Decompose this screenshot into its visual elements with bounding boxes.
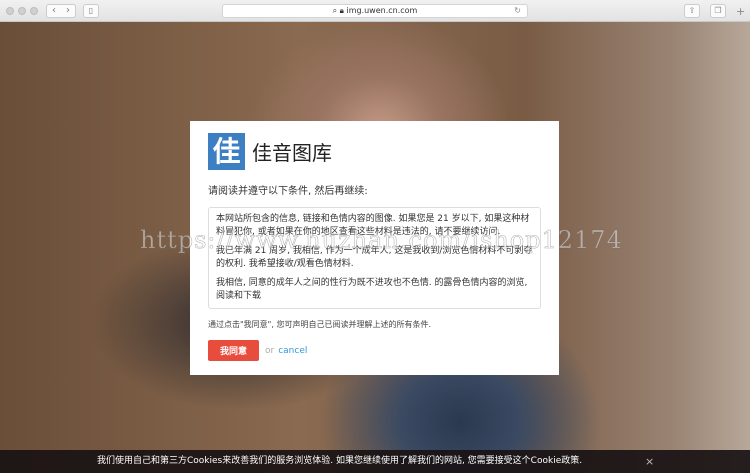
new-tab-icon[interactable]: + (736, 5, 745, 18)
site-name: 佳音图库 (252, 141, 332, 165)
forward-button[interactable]: › (61, 5, 75, 17)
intro-text: 请阅读并遵守以下条件, 然后再继续: (208, 186, 368, 197)
address-bar[interactable]: ⌕ 🔒︎ img.uwen.cn.com ↻ (222, 4, 528, 18)
age-verification-dialog: 佳 佳音图库 请阅读并遵守以下条件, 然后再继续: 本网站所包含的信息, 链接和… (190, 121, 559, 375)
share-icon[interactable]: ⇪ (684, 4, 700, 18)
sidebar-toggle-icon[interactable]: ▯ (83, 3, 99, 18)
cookie-text: 我们使用自己和第三方Cookies来改善我们的服务浏览体验. 如果您继续使用了解… (97, 456, 583, 466)
or-text: or (265, 345, 275, 356)
terms-paragraph: 本网站所包含的信息, 链接和色情内容的图像. 如果您是 21 岁以下, 如果这种… (216, 214, 530, 237)
search-icon: ⌕ (332, 6, 338, 15)
close-window-button[interactable] (6, 6, 14, 15)
logo-mark: 佳 (208, 133, 245, 170)
close-icon[interactable]: × (645, 450, 654, 473)
terms-paragraph: 我相信, 同意的成年人之间的性行为既不进攻也不色情. 的露骨色情内容的浏览, 阅… (216, 278, 528, 301)
agree-button[interactable]: 我同意 (208, 340, 259, 361)
back-button[interactable]: ‹ (47, 5, 61, 17)
terms-box[interactable]: 本网站所包含的信息, 链接和色情内容的图像. 如果您是 21 岁以下, 如果这种… (208, 207, 541, 309)
reload-icon[interactable]: ↻ (514, 5, 521, 17)
url-text: img.uwen.cn.com (346, 6, 418, 15)
site-logo: 佳 佳音图库 (208, 133, 541, 170)
tabs-icon[interactable]: ❐ (710, 4, 726, 18)
minimize-window-button[interactable] (18, 6, 26, 15)
terms-paragraph: 我已年满 21 周岁, 我相信, 作为一个成年人, 这是我收到/浏览色情材料不可… (216, 246, 533, 269)
browser-toolbar: ‹ › ▯ ⌕ 🔒︎ img.uwen.cn.com ↻ ⇪ ❐ + (0, 0, 750, 22)
zoom-window-button[interactable] (30, 6, 38, 15)
nav-buttons: ‹ › (46, 3, 76, 18)
lock-icon: 🔒︎ (339, 6, 344, 15)
cookie-bar: 我们使用自己和第三方Cookies来改善我们的服务浏览体验. 如果您继续使用了解… (0, 450, 750, 473)
cancel-link[interactable]: cancel (278, 346, 307, 356)
consent-note: 通过点击"我同意", 您可声明自己已阅读并理解上述的所有条件. (208, 320, 431, 329)
